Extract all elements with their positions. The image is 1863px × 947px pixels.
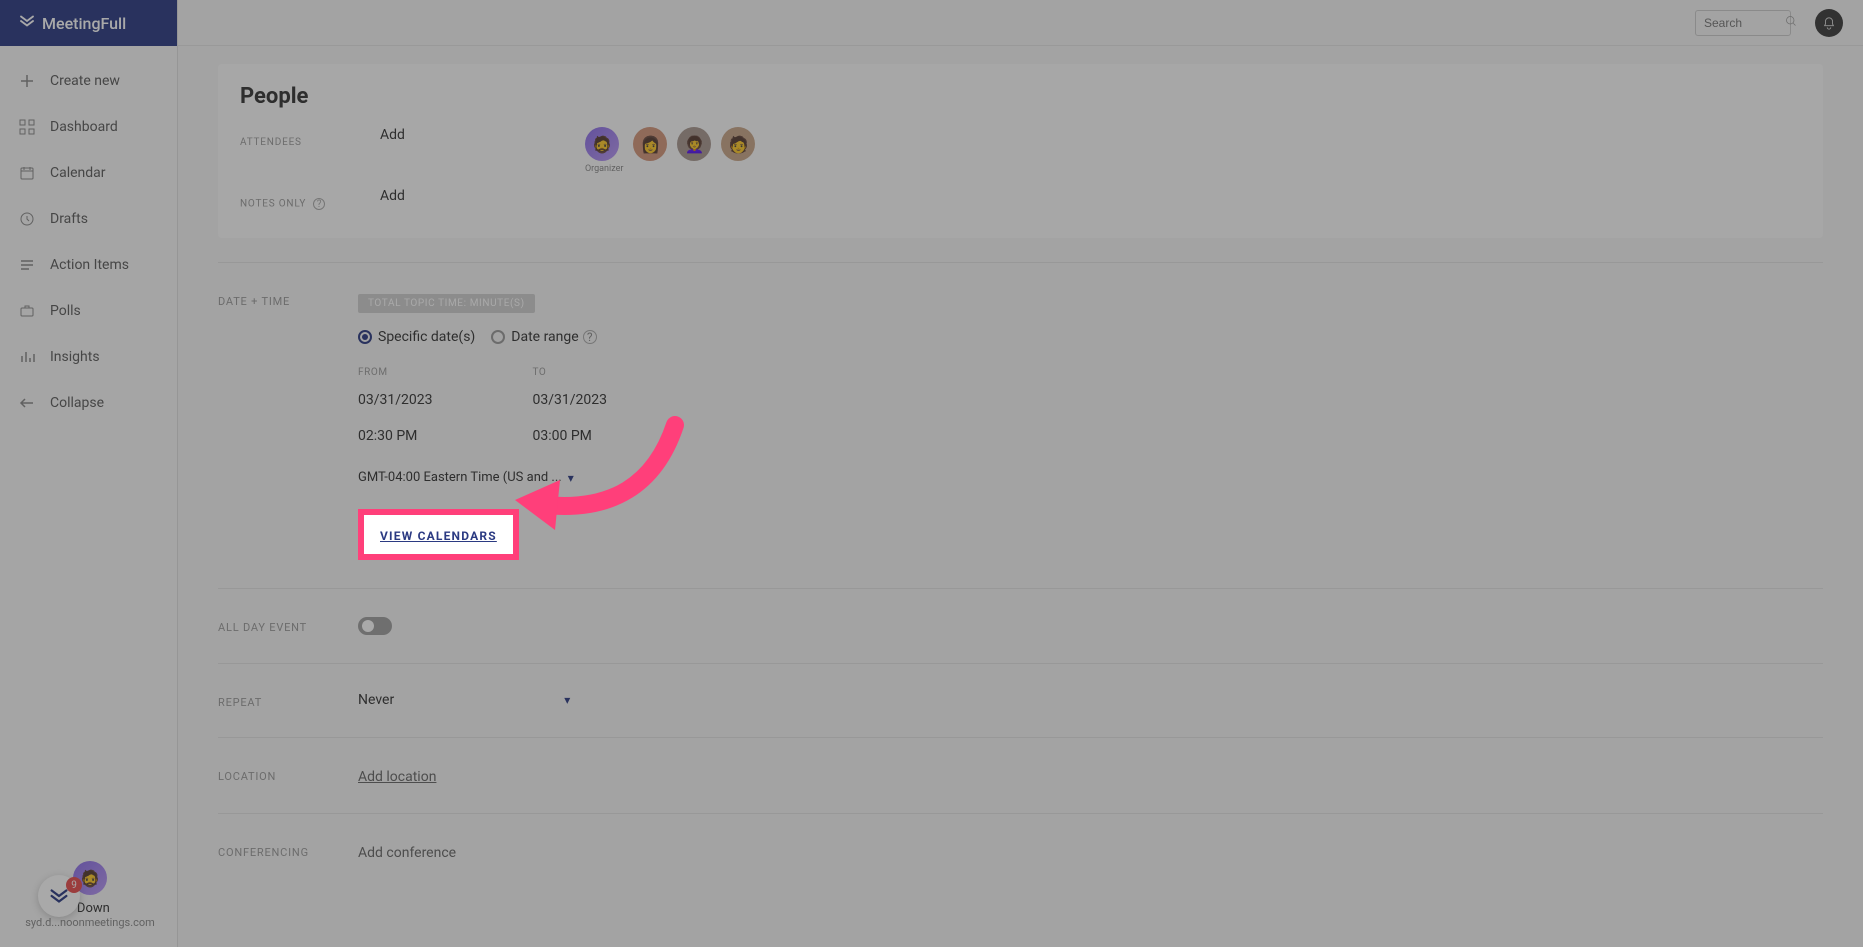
all-day-toggle[interactable] — [358, 617, 392, 635]
sidebar-item-label: Drafts — [50, 211, 88, 227]
date-time-section: Date + Time Total Topic Time: Minute(s) … — [218, 291, 1823, 589]
to-time-input[interactable]: 03:00 PM — [533, 428, 608, 444]
timezone-select[interactable]: GMT-04:00 Eastern Time (US and ... ▾ — [358, 470, 1823, 485]
repeat-value: Never — [358, 692, 394, 708]
timezone-value: GMT-04:00 Eastern Time (US and ... — [358, 470, 562, 485]
bell-icon — [1822, 16, 1836, 30]
sidebar-item-drafts[interactable]: Drafts — [0, 196, 177, 242]
notifications-button[interactable] — [1815, 9, 1843, 37]
create-new-button[interactable]: Create new — [0, 58, 177, 104]
clock-icon — [18, 210, 36, 228]
topic-time-badge: Total Topic Time: Minute(s) — [358, 294, 535, 313]
from-label: From — [358, 367, 433, 378]
repeat-label: Repeat — [218, 692, 358, 709]
radio-specific-dates[interactable]: Specific date(s) — [358, 329, 475, 345]
avatar-organizer[interactable]: 🧔 — [585, 127, 619, 161]
attendee-avatars: 🧔 Organizer 👩 👩‍🦱 🧑 — [585, 127, 755, 174]
attendees-label: Attendees — [240, 127, 380, 148]
from-date-input[interactable]: 03/31/2023 — [358, 392, 433, 408]
briefcase-icon — [18, 302, 36, 320]
chat-badge-count: 9 — [66, 877, 82, 893]
avatar-attendee[interactable]: 👩 — [633, 127, 667, 161]
avatar-attendee[interactable]: 👩‍🦱 — [677, 127, 711, 161]
sidebar-item-label: Polls — [50, 303, 81, 319]
collapse-button[interactable]: Collapse — [0, 380, 177, 426]
calendar-icon — [18, 164, 36, 182]
conferencing-section: Conferencing Add conference — [218, 842, 1823, 869]
conferencing-label: Conferencing — [218, 842, 358, 861]
sidebar-item-action-items[interactable]: Action Items — [0, 242, 177, 288]
to-column: To 03/31/2023 03:00 PM — [533, 367, 608, 464]
from-column: From 03/31/2023 02:30 PM — [358, 367, 433, 464]
list-icon — [18, 256, 36, 274]
all-day-label: All Day Event — [218, 617, 358, 635]
sidebar-item-label: Action Items — [50, 257, 129, 273]
to-label: To — [533, 367, 608, 378]
brand-name: MeetingFull — [42, 14, 126, 33]
add-conference-link[interactable]: Add conference — [358, 845, 456, 861]
user-profile[interactable]: 🧔 I Down syd.d...noonmeetings.com — [10, 861, 170, 929]
grid-icon — [18, 118, 36, 136]
arrow-left-icon — [18, 394, 36, 412]
people-section: People Attendees Add 🧔 Organizer 👩 👩‍🦱 🧑… — [218, 64, 1823, 238]
sidebar: MeetingFull Create new Dashboard Calenda… — [0, 0, 178, 947]
sidebar-item-label: Insights — [50, 349, 100, 365]
sidebar-item-polls[interactable]: Polls — [0, 288, 177, 334]
location-section: Location Add location — [218, 766, 1823, 814]
view-calendars-link[interactable]: View Calendars — [380, 529, 497, 543]
add-attendee-button[interactable]: Add — [380, 127, 405, 143]
location-label: Location — [218, 766, 358, 785]
user-name: I Down — [10, 901, 170, 916]
notes-only-label: Notes Only ? — [240, 188, 380, 210]
notes-only-row: Notes Only ? Add — [240, 188, 1801, 210]
chat-widget[interactable]: 9 — [38, 875, 80, 917]
attendees-row: Attendees Add 🧔 Organizer 👩 👩‍🦱 🧑 — [240, 127, 1801, 174]
user-email: syd.d...noonmeetings.com — [10, 916, 170, 929]
to-date-input[interactable]: 03/31/2023 — [533, 392, 608, 408]
collapse-label: Collapse — [50, 395, 104, 411]
create-new-label: Create new — [50, 73, 120, 89]
all-day-section: All Day Event — [218, 617, 1823, 664]
divider — [218, 262, 1823, 263]
help-icon[interactable]: ? — [583, 330, 597, 344]
people-title: People — [240, 84, 1801, 109]
sidebar-item-dashboard[interactable]: Dashboard — [0, 104, 177, 150]
from-time-input[interactable]: 02:30 PM — [358, 428, 433, 444]
radio-specific-label: Specific date(s) — [378, 329, 475, 345]
repeat-section: Repeat Never ▾ — [218, 692, 1823, 738]
date-time-label: Date + Time — [218, 291, 358, 560]
brand-logo[interactable]: MeetingFull — [0, 0, 177, 46]
organizer-label: Organizer — [585, 164, 623, 174]
sidebar-item-label: Calendar — [50, 165, 106, 181]
main-content: People Attendees Add 🧔 Organizer 👩 👩‍🦱 🧑… — [178, 46, 1863, 947]
search-input[interactable] — [1695, 10, 1791, 36]
avatar-attendee[interactable]: 🧑 — [721, 127, 755, 161]
chevron-down-icon: ▾ — [568, 471, 574, 485]
bar-chart-icon — [18, 348, 36, 366]
topbar — [178, 0, 1863, 46]
plus-icon — [18, 72, 36, 90]
info-icon[interactable]: ? — [313, 198, 325, 210]
add-location-link[interactable]: Add location — [358, 769, 436, 785]
radio-date-range[interactable]: Date range ? — [491, 329, 596, 345]
radio-range-label: Date range — [511, 329, 578, 345]
sidebar-item-label: Dashboard — [50, 119, 118, 135]
chevron-down-icon: ▾ — [564, 693, 570, 707]
view-calendars-highlight: View Calendars — [358, 509, 519, 560]
sidebar-item-calendar[interactable]: Calendar — [0, 150, 177, 196]
repeat-select[interactable]: Never ▾ — [358, 692, 1823, 708]
sidebar-item-insights[interactable]: Insights — [0, 334, 177, 380]
add-notes-only-button[interactable]: Add — [380, 188, 405, 204]
brand-icon — [18, 12, 36, 34]
